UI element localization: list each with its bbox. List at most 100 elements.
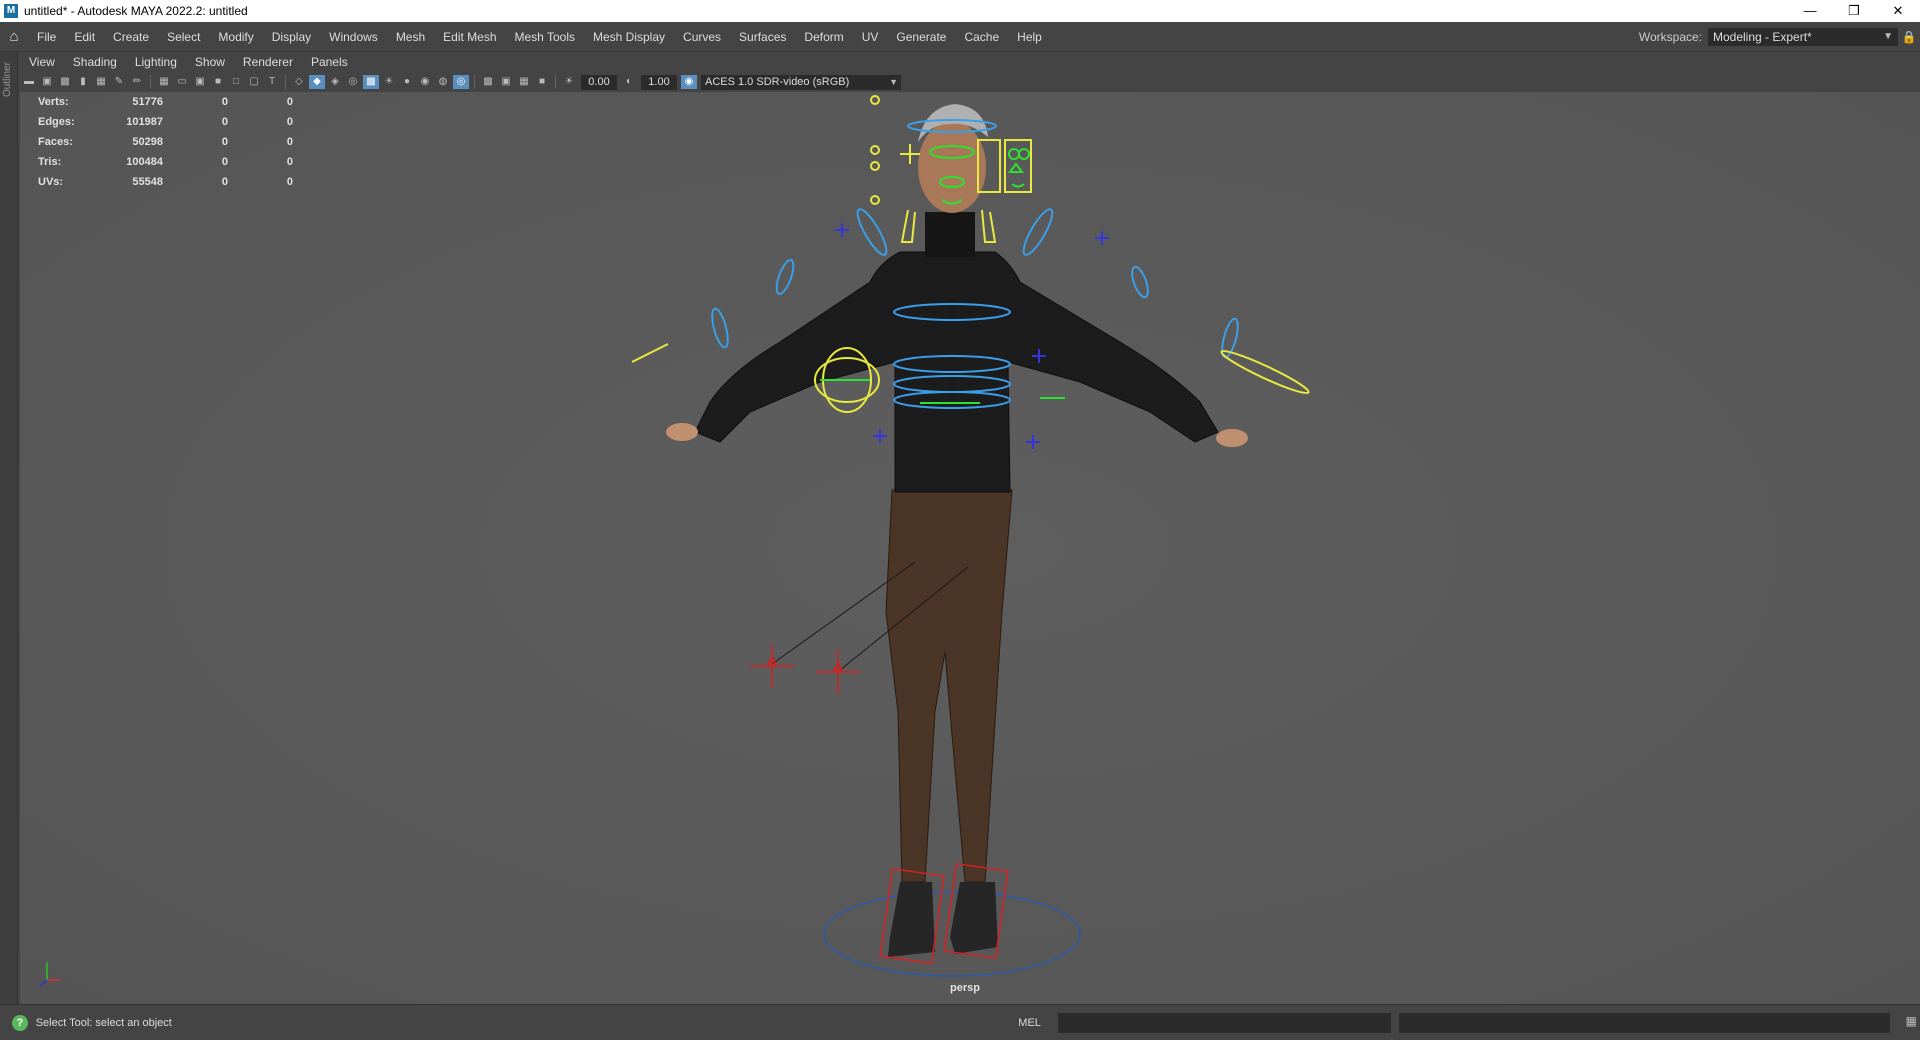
hud-selected: 0 xyxy=(221,116,228,128)
hud-label: Verts: xyxy=(38,96,69,108)
hud-component: 0 xyxy=(286,96,293,108)
menu-edit[interactable]: Edit xyxy=(65,30,104,44)
command-result-field xyxy=(1399,1012,1891,1033)
camera-name-label: persp xyxy=(950,982,980,994)
wireframe-on-shaded-icon[interactable]: ◎ xyxy=(345,75,361,89)
help-line: ? Select Tool: select an object MEL ▦ xyxy=(0,1004,1920,1040)
outliner-strip[interactable]: Outliner xyxy=(0,52,18,1004)
grid-icon[interactable]: ▦ xyxy=(156,75,172,89)
hud-value: 50298 xyxy=(132,136,163,148)
menu-modify[interactable]: Modify xyxy=(209,30,262,44)
menu-create[interactable]: Create xyxy=(104,30,158,44)
character-neck xyxy=(925,212,975,257)
color-space-dropdown[interactable]: ACES 1.0 SDR-video (sRGB) ▼ xyxy=(701,74,901,90)
title-bar: M untitled* - Autodesk MAYA 2022.2: unti… xyxy=(0,0,1920,22)
command-language-toggle[interactable]: MEL xyxy=(1018,1017,1057,1029)
hud-component: 0 xyxy=(286,176,293,188)
perspective-viewport[interactable]: Verts: 51776 0 0 Edges: 101987 0 0 Faces… xyxy=(20,92,1920,1004)
gate-mask-icon[interactable]: ■ xyxy=(210,75,226,89)
menu-generate[interactable]: Generate xyxy=(887,30,955,44)
workspace-value: Modeling - Expert* xyxy=(1713,30,1812,44)
film-gate-icon[interactable]: ▭ xyxy=(174,75,190,89)
wireframe-icon[interactable]: ◇ xyxy=(291,75,307,89)
minimize-icon[interactable]: — xyxy=(1788,0,1832,22)
outliner-label: Outliner xyxy=(2,62,13,98)
gamma-field[interactable]: 1.00 xyxy=(641,74,677,90)
workspace-selector: Workspace: Modeling - Expert* ▼ 🔒 xyxy=(1639,22,1920,52)
screen-space-ao-icon[interactable]: ◉ xyxy=(417,75,433,89)
camera-attributes-icon[interactable]: ▩ xyxy=(57,75,73,89)
isolate-select-icon[interactable]: ▩ xyxy=(480,75,496,89)
menu-help[interactable]: Help xyxy=(1008,30,1051,44)
window-title: untitled* - Autodesk MAYA 2022.2: untitl… xyxy=(24,4,248,18)
menu-select[interactable]: Select xyxy=(158,30,209,44)
menu-uv[interactable]: UV xyxy=(853,30,888,44)
smooth-shade-icon[interactable]: ◆ xyxy=(309,75,325,89)
exposure-icon[interactable]: ☀ xyxy=(561,75,577,89)
menu-file[interactable]: File xyxy=(28,30,65,44)
color-space-value: ACES 1.0 SDR-video (sRGB) xyxy=(705,75,850,88)
script-editor-icon[interactable]: ▦ xyxy=(1902,1014,1920,1032)
workspace-dropdown[interactable]: Modeling - Expert* ▼ xyxy=(1708,28,1898,46)
safe-title-icon[interactable]: T xyxy=(264,75,280,89)
resolution-gate-icon[interactable]: ▣ xyxy=(192,75,208,89)
select-camera-icon[interactable]: ▬ xyxy=(21,75,37,89)
menu-display[interactable]: Display xyxy=(263,30,320,44)
main-menu-bar: ⌂ File Edit Create Select Modify Display… xyxy=(0,22,1920,52)
panel-menu-show[interactable]: Show xyxy=(186,55,234,69)
hud-label: Tris: xyxy=(38,156,62,168)
panel-menu-panels[interactable]: Panels xyxy=(302,55,357,69)
menu-surfaces[interactable]: Surfaces xyxy=(730,30,795,44)
hud-selected: 0 xyxy=(221,176,228,188)
menu-cache[interactable]: Cache xyxy=(955,30,1008,44)
color-management-icon[interactable]: ◉ xyxy=(681,75,697,89)
menu-deform[interactable]: Deform xyxy=(795,30,852,44)
use-all-lights-icon[interactable]: ☀ xyxy=(381,75,397,89)
panel-menu-lighting[interactable]: Lighting xyxy=(126,55,186,69)
menu-mesh[interactable]: Mesh xyxy=(387,30,434,44)
restore-icon[interactable]: ❐ xyxy=(1832,0,1876,22)
character-hand-left xyxy=(666,423,698,441)
lock-camera-icon[interactable]: ▣ xyxy=(39,75,55,89)
menu-edit-mesh[interactable]: Edit Mesh xyxy=(434,30,505,44)
default-material-icon[interactable]: ◈ xyxy=(327,75,343,89)
hud-label: Faces: xyxy=(38,136,73,148)
exposure-field[interactable]: 0.00 xyxy=(581,74,617,90)
hud-value: 101987 xyxy=(126,116,163,128)
command-line-input[interactable] xyxy=(1057,1012,1392,1033)
menu-mesh-tools[interactable]: Mesh Tools xyxy=(506,30,584,44)
hud-label: Edges: xyxy=(38,116,75,128)
hud-row-verts: Verts: 51776 0 0 xyxy=(38,92,293,112)
image-plane-icon[interactable]: ▦ xyxy=(93,75,109,89)
safe-action-icon[interactable]: ▢ xyxy=(246,75,262,89)
panel-menu-view[interactable]: View xyxy=(20,55,64,69)
textured-icon[interactable]: ▩ xyxy=(363,75,379,89)
panel-menu-renderer[interactable]: Renderer xyxy=(234,55,302,69)
shadows-icon[interactable]: ● xyxy=(399,75,415,89)
field-chart-icon[interactable]: □ xyxy=(228,75,244,89)
xray-active-components-icon[interactable]: ▦ xyxy=(516,75,532,89)
panel-menu-shading[interactable]: Shading xyxy=(64,55,126,69)
poly-count-hud: Verts: 51776 0 0 Edges: 101987 0 0 Faces… xyxy=(38,92,293,192)
xray-icon[interactable]: ▣ xyxy=(498,75,514,89)
close-icon[interactable]: ✕ xyxy=(1876,0,1920,22)
hud-selected: 0 xyxy=(221,156,228,168)
hud-component: 0 xyxy=(286,136,293,148)
character-head xyxy=(918,121,986,213)
2d-pan-zoom-icon[interactable]: ✎ xyxy=(111,75,127,89)
menu-curves[interactable]: Curves xyxy=(674,30,730,44)
motion-blur-icon[interactable]: ◍ xyxy=(435,75,451,89)
lock-icon[interactable]: 🔒 xyxy=(1898,30,1920,44)
grease-pencil-icon[interactable]: ✏ xyxy=(129,75,145,89)
gamma-icon[interactable]: ◐ xyxy=(621,75,637,89)
chevron-down-icon: ▼ xyxy=(889,76,898,87)
panel-toolbar: ▬ ▣ ▩ ▮ ▦ ✎ ✏ ▦ ▭ ▣ ■ □ ▢ T ◇ ◆ ◈ ◎ ▩ ☀ … xyxy=(20,72,1920,92)
menu-mesh-display[interactable]: Mesh Display xyxy=(584,30,674,44)
maya-logo-icon: M xyxy=(4,4,18,18)
menu-windows[interactable]: Windows xyxy=(320,30,387,44)
bookmark-icon[interactable]: ▮ xyxy=(75,75,91,89)
workspace-label: Workspace: xyxy=(1638,30,1702,44)
anti-aliasing-icon[interactable]: ◎ xyxy=(453,75,469,89)
home-icon[interactable]: ⌂ xyxy=(0,28,28,45)
xray-joints-icon[interactable]: ■ xyxy=(534,75,550,89)
